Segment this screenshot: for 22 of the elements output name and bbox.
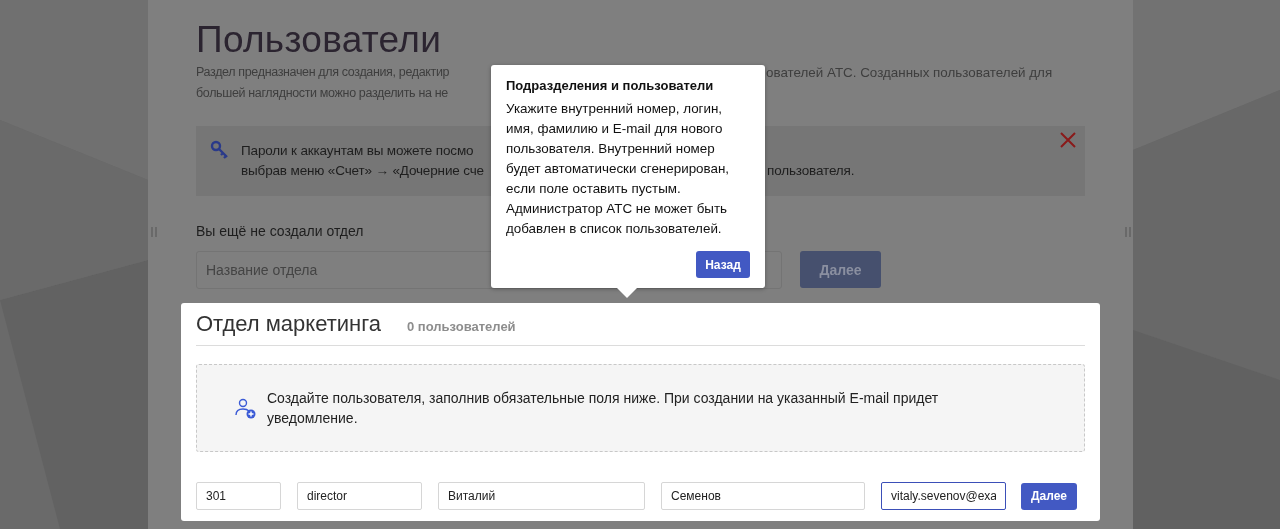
text-field[interactable]: 301 bbox=[196, 482, 281, 510]
popover-text: Укажите внутренний номер, логин, имя, фамилию и E-mail для нового пользователя. Внутренний номер будет автоматически сгенерирован, если поле оставить пустым. Администратор АТС не может быть добавлен в список пользователей. bbox=[506, 100, 731, 238]
popover-title: Подразделения и пользователи bbox=[506, 78, 715, 94]
user-count: 0 пользователей bbox=[407, 318, 516, 336]
description-text: ователей АТС. Созданных пользователей для bbox=[766, 64, 1053, 82]
close-icon[interactable] bbox=[1060, 132, 1076, 148]
text-field[interactable]: Семенов bbox=[661, 482, 865, 510]
page-title: Пользователи bbox=[196, 18, 443, 62]
description-text: Раздел предназначен для создания, редактир bbox=[196, 64, 451, 81]
hint-text: Создайте пользователя, заполнив обязательные поля ниже. При создании на указанный E-mail придет уведомление. bbox=[267, 389, 940, 428]
text-field[interactable]: director bbox=[297, 482, 422, 510]
key-icon bbox=[210, 140, 230, 160]
notice-text: пользователя. bbox=[767, 162, 855, 180]
text-field[interactable]: Виталий bbox=[438, 482, 645, 510]
form-label: Вы ещё не создали отдел bbox=[196, 222, 364, 241]
back-button[interactable]: Назад bbox=[696, 251, 750, 278]
description-text: большей наглядности можно разделить на не bbox=[196, 85, 449, 102]
add-user-icon bbox=[235, 398, 257, 420]
notice-text: Пароли к аккаунтам вы можете посмо bbox=[241, 142, 475, 160]
notice-text: выбрав меню «Счет» → «Дочерние сче bbox=[241, 162, 485, 180]
department-title: Отдел маркетинга bbox=[196, 310, 381, 338]
next-button[interactable]: Далее bbox=[1021, 482, 1077, 510]
